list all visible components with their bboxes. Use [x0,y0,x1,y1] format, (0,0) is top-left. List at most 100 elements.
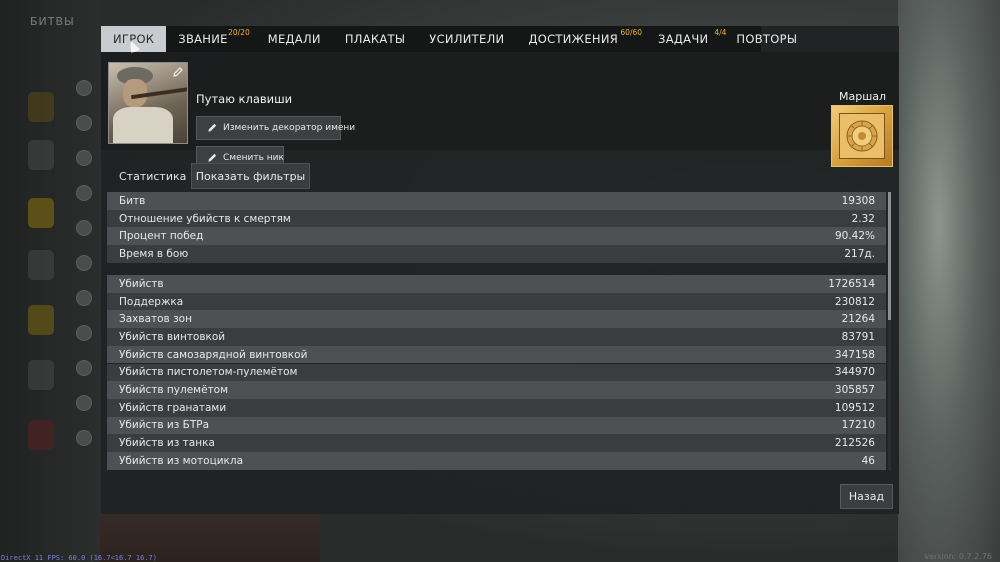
background-circle-icon [76,325,92,341]
stat-value: 230812 [834,295,875,308]
profile-header: Путаю клавиши Изменить декоратор имени С… [101,52,899,170]
pencil-icon [208,153,217,162]
stat-label: Время в бою [119,247,189,260]
profile-panel: ИГРОК ЗВАНИЕ 20/20 МЕДАЛИ ПЛАКАТЫ УСИЛИТ… [101,26,899,514]
background-circle-icon [76,80,92,96]
stat-label: Убийств из мотоцикла [119,454,244,467]
table-row: Битв 19308 [107,192,886,210]
background-tab-label: БИТВЫ [30,15,75,28]
background-circle-icon [76,290,92,306]
tab-label: МЕДАЛИ [267,32,321,46]
background-tree-scene [898,0,1000,562]
background-badge-icon [28,198,54,228]
player-nickname: Путаю клавиши [196,92,293,106]
stat-value: 212526 [834,437,875,450]
background-badge-icon [28,250,54,280]
show-filters-button[interactable]: Показать фильтры [191,163,310,189]
table-row: Убийств гранатами 109512 [107,398,886,417]
background-badge-icon [28,140,54,170]
stat-label: Захватов зон [119,313,192,326]
background-circle-icon [76,150,92,166]
tab-bar: ИГРОК ЗВАНИЕ 20/20 МЕДАЛИ ПЛАКАТЫ УСИЛИТ… [101,26,797,54]
tab-label: ЗВАНИЕ [178,32,228,46]
stat-label: Убийств пулемётом [119,384,229,397]
stat-value: 46 [861,454,875,467]
rank-insignia-inner [839,113,885,159]
button-label: Изменить декоратор имени [223,123,356,133]
stat-label: Убийств самозарядной винтовкой [119,348,308,361]
version-label: version: 0.7.2.76 [924,552,992,561]
background-badge-icon [28,420,54,450]
rank-name: Маршал [839,90,887,103]
stat-label: Убийств винтовкой [119,330,226,343]
background-circle-icon [76,220,92,236]
tab-player[interactable]: ИГРОК [101,26,167,54]
tab-label: ДОСТИЖЕНИЯ [528,32,619,46]
statistics-title: Статистика [119,170,187,183]
rank-insignia-icon [831,105,893,167]
background-left-column: БИТВЫ [0,0,100,562]
stat-label: Убийств гранатами [119,401,227,414]
stats-scrollbar-thumb[interactable] [888,192,891,320]
table-row: Поддержка 230812 [107,292,886,311]
tab-label: ЗАДАЧИ [658,32,709,46]
stat-label: Убийств пистолетом-пулемётом [119,366,298,379]
table-row: Убийств самозарядной винтовкой 347158 [107,345,886,364]
avatar-body [113,107,173,143]
stat-label: Процент побед [119,230,204,243]
tab-label: ПЛАКАТЫ [344,32,406,46]
tab-achievements[interactable]: ДОСТИЖЕНИЯ 60/60 [516,26,642,52]
tab-rank[interactable]: ЗВАНИЕ 20/20 [166,26,249,52]
fps-counter: DirectX 11 FPS: 60.0 (16.7<16.7 16.7) [1,554,157,562]
background-circle-icon [76,185,92,201]
table-row: Убийств из БТРа 17210 [107,416,886,435]
tab-replays[interactable]: ПОВТОРЫ [724,26,809,52]
tab-medals[interactable]: МЕДАЛИ [244,26,333,52]
avatar[interactable] [108,62,188,144]
stat-value: 90.42% [834,230,875,243]
table-row: Захватов зон 21264 [107,310,886,329]
stat-label: Убийств из танка [119,437,215,450]
statistics-table: Битв 19308 Отношение убийств к смертям 2… [107,192,892,470]
table-row: Время в бою 217д. [107,245,886,263]
stat-label: Поддержка [119,295,184,308]
table-row: Отношение убийств к смертям 2.32 [107,209,886,228]
stat-value: 344970 [834,366,875,379]
stat-label: Убийств [119,277,164,290]
table-row: Убийств из танка 212526 [107,434,886,452]
button-label: Сменить ник [223,153,284,163]
tab-label: ПОВТОРЫ [736,32,798,46]
stat-label: Отношение убийств к смертям [119,212,291,225]
tab-tasks[interactable]: ЗАДАЧИ 4/4 [634,26,726,52]
back-button[interactable]: Назад [840,484,893,509]
background-badge-icon [28,360,54,390]
stat-value: 109512 [834,401,875,414]
background-circle-icon [76,395,92,411]
stat-value: 1726514 [828,277,875,290]
change-name-decorator-button[interactable]: Изменить декоратор имени [196,116,355,140]
table-row: Процент побед 90.42% [107,227,886,246]
stat-value: 347158 [834,348,875,361]
stat-value: 217д. [844,247,875,260]
stat-value: 19308 [841,194,875,207]
table-row: Убийств пистолетом-пулемётом 344970 [107,363,886,382]
tab-posters[interactable]: ПЛАКАТЫ [333,26,417,52]
stat-value: 305857 [834,384,875,397]
sunburst-icon [846,120,878,152]
pencil-icon[interactable] [172,66,184,78]
table-row: Убийств 1726514 [107,275,886,293]
stat-value: 21264 [841,313,875,326]
background-badge-icon [28,305,54,335]
stat-value: 2.32 [851,212,875,225]
background-circle-icon [76,115,92,131]
tab-label: УСИЛИТЕЛИ [429,32,505,46]
stat-value: 17210 [841,419,875,432]
stat-label: Битв [119,194,146,207]
background-badge-icon [28,92,54,122]
stat-label: Убийств из БТРа [119,419,210,432]
background-circle-icon [76,430,92,446]
stat-value: 83791 [841,330,875,343]
tab-boosters[interactable]: УСИЛИТЕЛИ [417,26,516,52]
background-circle-icon [76,255,92,271]
background-circle-icon [76,360,92,376]
